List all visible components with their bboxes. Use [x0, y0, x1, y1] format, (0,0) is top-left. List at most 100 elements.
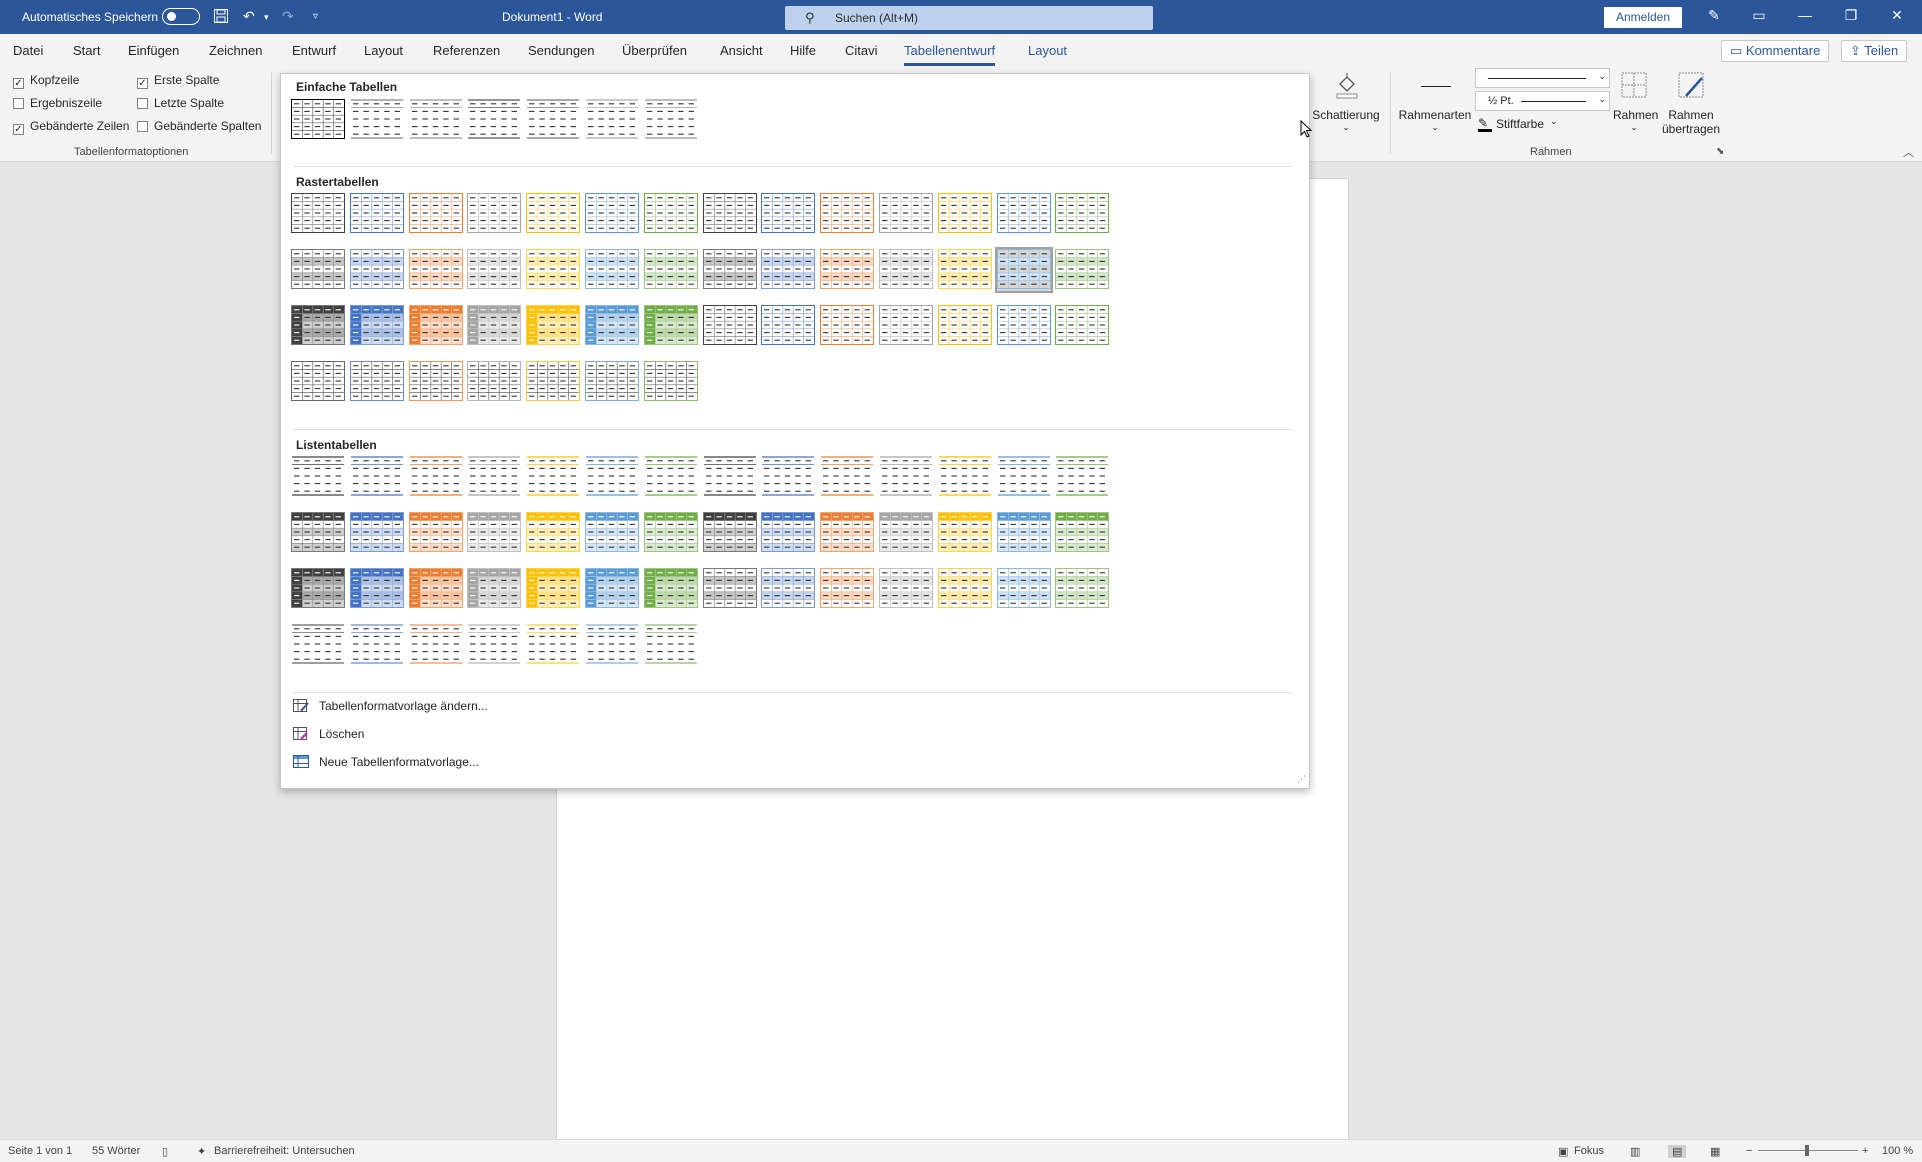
grid-table-style-thumbnail[interactable]	[877, 191, 935, 237]
list-table-style-thumbnail[interactable]	[583, 510, 641, 556]
list-table-style-thumbnail[interactable]	[995, 510, 1053, 556]
focus-button[interactable]: Fokus	[1574, 1145, 1604, 1157]
grid-table-style-thumbnail[interactable]	[407, 247, 465, 293]
list-table-style-thumbnail[interactable]	[583, 566, 641, 612]
grid-table-style-thumbnail[interactable]	[289, 303, 347, 349]
grid-table-style-thumbnail[interactable]	[995, 303, 1053, 349]
undo-dropdown-icon[interactable]: ▾	[264, 12, 269, 23]
grid-table-style-thumbnail[interactable]	[583, 359, 641, 405]
list-table-style-thumbnail[interactable]	[289, 622, 347, 668]
checkbox-first-column[interactable]: ✓ Erste Spalte	[137, 73, 219, 89]
list-table-style-thumbnail[interactable]	[642, 622, 700, 668]
grid-table-style-thumbnail[interactable]	[936, 191, 994, 237]
resize-grip-icon[interactable]: ⋰	[1297, 774, 1306, 785]
pen-color-button[interactable]: ✎ Stiftfarbe ⌄	[1478, 116, 1558, 134]
proofing-icon[interactable]: ▯	[162, 1145, 168, 1158]
tab-entwurf[interactable]: Entwurf	[292, 43, 336, 58]
grid-table-style-thumbnail[interactable]	[642, 359, 700, 405]
word-count[interactable]: 55 Wörter	[92, 1145, 140, 1157]
clear-table-style-action[interactable]: Löschen	[293, 727, 364, 749]
list-table-style-thumbnail[interactable]	[524, 566, 582, 612]
grid-table-style-thumbnail[interactable]	[642, 247, 700, 293]
list-table-style-thumbnail[interactable]	[936, 454, 994, 500]
list-table-style-thumbnail[interactable]	[995, 454, 1053, 500]
list-table-style-thumbnail[interactable]	[524, 510, 582, 556]
grid-table-style-thumbnail[interactable]	[524, 247, 582, 293]
list-table-style-thumbnail[interactable]	[465, 510, 523, 556]
grid-table-style-thumbnail[interactable]	[524, 359, 582, 405]
modify-table-style-action[interactable]: Tabellenformatvorlage ändern...	[293, 699, 488, 721]
grid-table-style-thumbnail[interactable]	[524, 191, 582, 237]
print-layout-icon[interactable]: ▤	[1668, 1145, 1687, 1158]
undo-icon[interactable]: ↶	[243, 8, 255, 25]
grid-table-style-thumbnail[interactable]	[348, 191, 406, 237]
grid-table-style-thumbnail[interactable]	[348, 359, 406, 405]
comments-button[interactable]: ▭ Kommentare	[1721, 40, 1830, 62]
grid-table-style-thumbnail[interactable]	[465, 303, 523, 349]
zoom-out-icon[interactable]: −	[1746, 1145, 1752, 1157]
grid-table-style-thumbnail[interactable]	[1053, 247, 1111, 293]
tab-datei[interactable]: Datei	[13, 43, 43, 58]
grid-table-style-thumbnail[interactable]	[583, 191, 641, 237]
search-box[interactable]: ⚲ Suchen (Alt+M)	[785, 6, 1153, 30]
grid-table-style-thumbnail[interactable]	[818, 303, 876, 349]
list-table-style-thumbnail[interactable]	[818, 454, 876, 500]
web-layout-icon[interactable]: ▦	[1710, 1145, 1720, 1158]
border-styles-button[interactable]: Rahmenarten ⌄	[1395, 68, 1475, 138]
restore-icon[interactable]: ❐	[1836, 7, 1866, 24]
list-table-style-thumbnail[interactable]	[936, 566, 994, 612]
grid-table-style-thumbnail[interactable]	[818, 247, 876, 293]
grid-table-style-thumbnail[interactable]	[407, 359, 465, 405]
customize-quick-access-icon[interactable]: ▿	[313, 11, 318, 22]
grid-table-style-thumbnail[interactable]	[289, 359, 347, 405]
list-table-style-thumbnail[interactable]	[583, 622, 641, 668]
grid-table-style-thumbnail[interactable]	[995, 191, 1053, 237]
grid-table-style-thumbnail[interactable]	[877, 303, 935, 349]
signin-button[interactable]: Anmelden	[1604, 7, 1682, 28]
line-weight-dropdown[interactable]: ½ Pt. ⌄	[1475, 91, 1610, 111]
simple-table-style-thumbnail[interactable]	[465, 97, 523, 143]
grid-table-style-thumbnail[interactable]	[936, 303, 994, 349]
tab-start[interactable]: Start	[73, 43, 100, 58]
checkbox-last-column[interactable]: Letzte Spalte	[137, 96, 224, 110]
checkbox-banded-columns[interactable]: Gebänderte Spalten	[137, 119, 261, 133]
tab-zeichnen[interactable]: Zeichnen	[209, 43, 262, 58]
list-table-style-thumbnail[interactable]	[465, 622, 523, 668]
grid-table-style-thumbnail[interactable]	[701, 247, 759, 293]
list-table-style-thumbnail[interactable]	[701, 510, 759, 556]
list-table-style-thumbnail[interactable]	[818, 510, 876, 556]
tab-layout[interactable]: Layout	[364, 43, 403, 58]
grid-table-style-thumbnail[interactable]	[642, 303, 700, 349]
simple-table-style-thumbnail[interactable]	[524, 97, 582, 143]
simple-table-style-thumbnail[interactable]	[407, 97, 465, 143]
tab-ansicht[interactable]: Ansicht	[720, 43, 763, 58]
zoom-slider-thumb[interactable]	[1805, 1145, 1809, 1156]
list-table-style-thumbnail[interactable]	[289, 454, 347, 500]
list-table-style-thumbnail[interactable]	[877, 510, 935, 556]
list-table-style-thumbnail[interactable]	[289, 566, 347, 612]
checkbox-header-row[interactable]: ✓ Kopfzeile	[13, 73, 79, 89]
list-table-style-thumbnail[interactable]	[465, 566, 523, 612]
list-table-style-thumbnail[interactable]	[818, 566, 876, 612]
list-table-style-thumbnail[interactable]	[1053, 510, 1111, 556]
grid-table-style-thumbnail[interactable]	[524, 303, 582, 349]
list-table-style-thumbnail[interactable]	[465, 454, 523, 500]
tab-einfuegen[interactable]: Einfügen	[128, 43, 179, 58]
list-table-style-thumbnail[interactable]	[524, 622, 582, 668]
grid-table-style-thumbnail[interactable]	[701, 303, 759, 349]
grid-table-style-thumbnail[interactable]	[289, 191, 347, 237]
dialog-launcher-icon[interactable]: ⬊	[1716, 146, 1724, 157]
grid-table-style-thumbnail[interactable]	[877, 247, 935, 293]
checkbox-banded-rows[interactable]: ✓ Gebänderte Zeilen	[13, 119, 129, 135]
list-table-style-thumbnail[interactable]	[407, 622, 465, 668]
grid-table-style-thumbnail[interactable]	[465, 359, 523, 405]
grid-table-style-thumbnail[interactable]	[818, 191, 876, 237]
read-mode-icon[interactable]: ▥	[1630, 1145, 1640, 1158]
simple-table-style-thumbnail[interactable]	[642, 97, 700, 143]
border-painter-button[interactable]: Rahmen übertragen	[1660, 68, 1722, 140]
list-table-style-thumbnail[interactable]	[877, 454, 935, 500]
tab-referenzen[interactable]: Referenzen	[433, 43, 500, 58]
grid-table-style-thumbnail[interactable]	[583, 303, 641, 349]
grid-table-style-thumbnail[interactable]	[465, 247, 523, 293]
list-table-style-thumbnail[interactable]	[759, 510, 817, 556]
